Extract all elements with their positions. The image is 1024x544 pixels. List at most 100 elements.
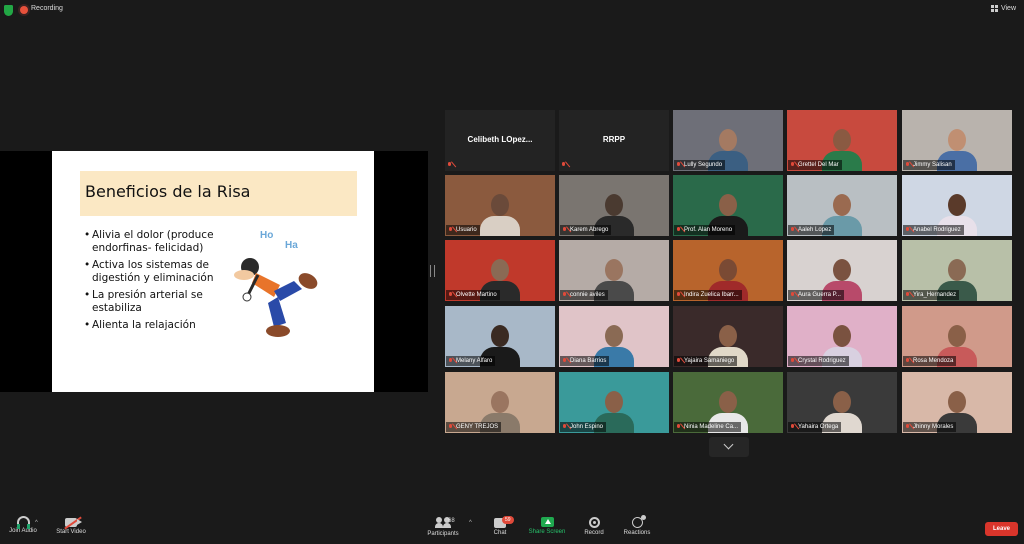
reactions-label: Reactions bbox=[623, 530, 651, 536]
share-screen-button[interactable]: Share Screen bbox=[527, 515, 567, 535]
participant-video-tile[interactable]: Rosa Mendoza bbox=[902, 306, 1012, 367]
mic-muted-icon bbox=[676, 227, 681, 233]
recording-label: Recording bbox=[31, 5, 63, 12]
mic-muted-icon bbox=[905, 162, 910, 168]
next-page-button[interactable] bbox=[709, 437, 749, 457]
share-screen-label: Share Screen bbox=[528, 529, 566, 535]
participant-head bbox=[491, 259, 509, 281]
participant-head bbox=[948, 194, 966, 216]
participant-head bbox=[948, 391, 966, 413]
participant-video-tile[interactable]: Aaleh Lopez bbox=[787, 175, 897, 236]
participant-name-label: Yahaira Ortega bbox=[788, 422, 842, 432]
record-icon bbox=[588, 517, 600, 528]
shield-icon[interactable] bbox=[4, 5, 13, 16]
participants-count: 68 bbox=[448, 518, 455, 524]
participant-video-tile[interactable]: Crystal Rodriguez bbox=[787, 306, 897, 367]
participant-video-tile[interactable]: Aura Guerra P... bbox=[787, 240, 897, 301]
participant-video-tile[interactable]: Melany Alfaro bbox=[445, 306, 555, 367]
mic-muted-icon bbox=[905, 424, 910, 430]
recording-icon bbox=[20, 6, 28, 14]
participant-video-tile[interactable]: connie aviles bbox=[559, 240, 669, 301]
participant-name-label: John Espino bbox=[560, 422, 607, 432]
view-button[interactable]: View bbox=[990, 5, 1016, 12]
participant-video-tile[interactable]: Indira Zuelica Ibarr... bbox=[673, 240, 783, 301]
headphone-icon bbox=[16, 516, 30, 529]
start-video-button[interactable]: Start Video bbox=[54, 515, 88, 535]
participant-video-tile[interactable]: Yajaira Samaniego bbox=[673, 306, 783, 367]
start-video-label: Start Video bbox=[56, 529, 86, 535]
slide-bullet: La presión arterial se estabiliza bbox=[84, 289, 219, 315]
participant-video-tile[interactable]: John Espino bbox=[559, 372, 669, 433]
mic-muted-icon bbox=[676, 358, 681, 364]
participant-video-tile[interactable]: Jhinny Morales bbox=[902, 372, 1012, 433]
participant-video-tile[interactable]: Usuario bbox=[445, 175, 555, 236]
reactions-button[interactable]: Reactions bbox=[622, 515, 652, 536]
participant-name-label: Karem Abrego bbox=[560, 225, 612, 235]
mic-muted-icon bbox=[676, 292, 681, 298]
participant-video-tile[interactable]: Olvette Martino bbox=[445, 240, 555, 301]
slide-bullet: Alienta la relajación bbox=[84, 319, 219, 332]
participant-name-label: Yira_Hernandez bbox=[903, 290, 960, 300]
slide-title: Beneficios de la Risa bbox=[85, 182, 251, 201]
top-bar: Recording View bbox=[0, 0, 1024, 22]
meeting-toolbar: Join Audio ^ Start Video 68 Participants… bbox=[0, 512, 1024, 544]
participant-head bbox=[605, 194, 623, 216]
participant-video-tile[interactable]: Yira_Hernandez bbox=[902, 240, 1012, 301]
mic-muted-icon bbox=[676, 424, 681, 430]
mic-muted-icon bbox=[448, 292, 453, 298]
participant-video-tile[interactable]: Ninia Madeline Ca... bbox=[673, 372, 783, 433]
participant-head bbox=[833, 129, 851, 151]
participant-name-label: Yajaira Samaniego bbox=[674, 356, 738, 366]
participant-head bbox=[833, 391, 851, 413]
video-off-icon bbox=[65, 518, 82, 527]
participant-name: Celibeth LOpez... bbox=[467, 135, 533, 144]
mic-muted-icon bbox=[562, 358, 567, 364]
caret-up-icon[interactable]: ^ bbox=[469, 520, 472, 526]
chat-unread-badge: 59 bbox=[502, 516, 514, 524]
grid-view-icon bbox=[990, 5, 998, 12]
participants-icon: 68 bbox=[435, 517, 455, 529]
participant-video-tile[interactable]: RRPP bbox=[559, 110, 669, 171]
participant-head bbox=[605, 259, 623, 281]
participant-name-label: Aaleh Lopez bbox=[788, 225, 835, 235]
mic-muted-icon bbox=[448, 227, 453, 233]
split-resize-handle[interactable] bbox=[430, 265, 435, 277]
mic-muted-icon bbox=[448, 358, 453, 364]
chat-button[interactable]: 59 Chat bbox=[490, 515, 514, 536]
participant-video-tile[interactable]: Celibeth LOpez... bbox=[445, 110, 555, 171]
mic-muted-icon bbox=[790, 358, 795, 364]
participant-video-tile[interactable]: Karem Abrego bbox=[559, 175, 669, 236]
participant-head bbox=[719, 259, 737, 281]
participant-name-label: Olvette Martino bbox=[446, 290, 500, 300]
participant-video-tile[interactable]: Diana Barrios bbox=[559, 306, 669, 367]
participant-name-label: connie aviles bbox=[560, 290, 608, 300]
slide-bullet-list: Alivia el dolor (produce endorfinas- fel… bbox=[84, 229, 219, 336]
slide-bullet: Activa los sistemas de digestión y elimi… bbox=[84, 259, 219, 285]
participant-video-tile[interactable]: Lully Segundo bbox=[673, 110, 783, 171]
participant-name-label: Prof. Alan Moreno bbox=[674, 225, 736, 235]
participant-name-label: Diana Barrios bbox=[560, 356, 610, 366]
participant-video-tile[interactable]: Jimmy Salisan bbox=[902, 110, 1012, 171]
mic-muted-icon bbox=[790, 227, 795, 233]
leave-button[interactable]: Leave bbox=[985, 522, 1018, 536]
participants-button[interactable]: 68 Participants bbox=[425, 515, 461, 537]
participant-head bbox=[833, 325, 851, 347]
caret-up-icon[interactable]: ^ bbox=[35, 520, 38, 526]
join-audio-button[interactable]: Join Audio bbox=[8, 515, 38, 534]
participant-video-tile[interactable]: GENY TREJOS bbox=[445, 372, 555, 433]
mic-muted-icon bbox=[790, 292, 795, 298]
participant-video-tile[interactable]: Grettel Del Mar bbox=[787, 110, 897, 171]
participant-video-tile[interactable]: Anabel Rodriguez bbox=[902, 175, 1012, 236]
chat-label: Chat bbox=[493, 530, 507, 536]
participant-video-tile[interactable]: Yahaira Ortega bbox=[787, 372, 897, 433]
presentation-slide: Beneficios de la Risa Alivia el dolor (p… bbox=[52, 151, 374, 392]
slide-title-box: Beneficios de la Risa bbox=[80, 171, 357, 216]
record-button[interactable]: Record bbox=[582, 515, 606, 536]
participant-head bbox=[491, 194, 509, 216]
mic-muted-icon bbox=[790, 162, 795, 168]
mic-muted-icon bbox=[790, 424, 795, 430]
participant-head bbox=[719, 325, 737, 347]
mic-muted-icon bbox=[562, 424, 567, 430]
participant-video-tile[interactable]: Prof. Alan Moreno bbox=[673, 175, 783, 236]
chevron-down-icon bbox=[723, 439, 734, 450]
